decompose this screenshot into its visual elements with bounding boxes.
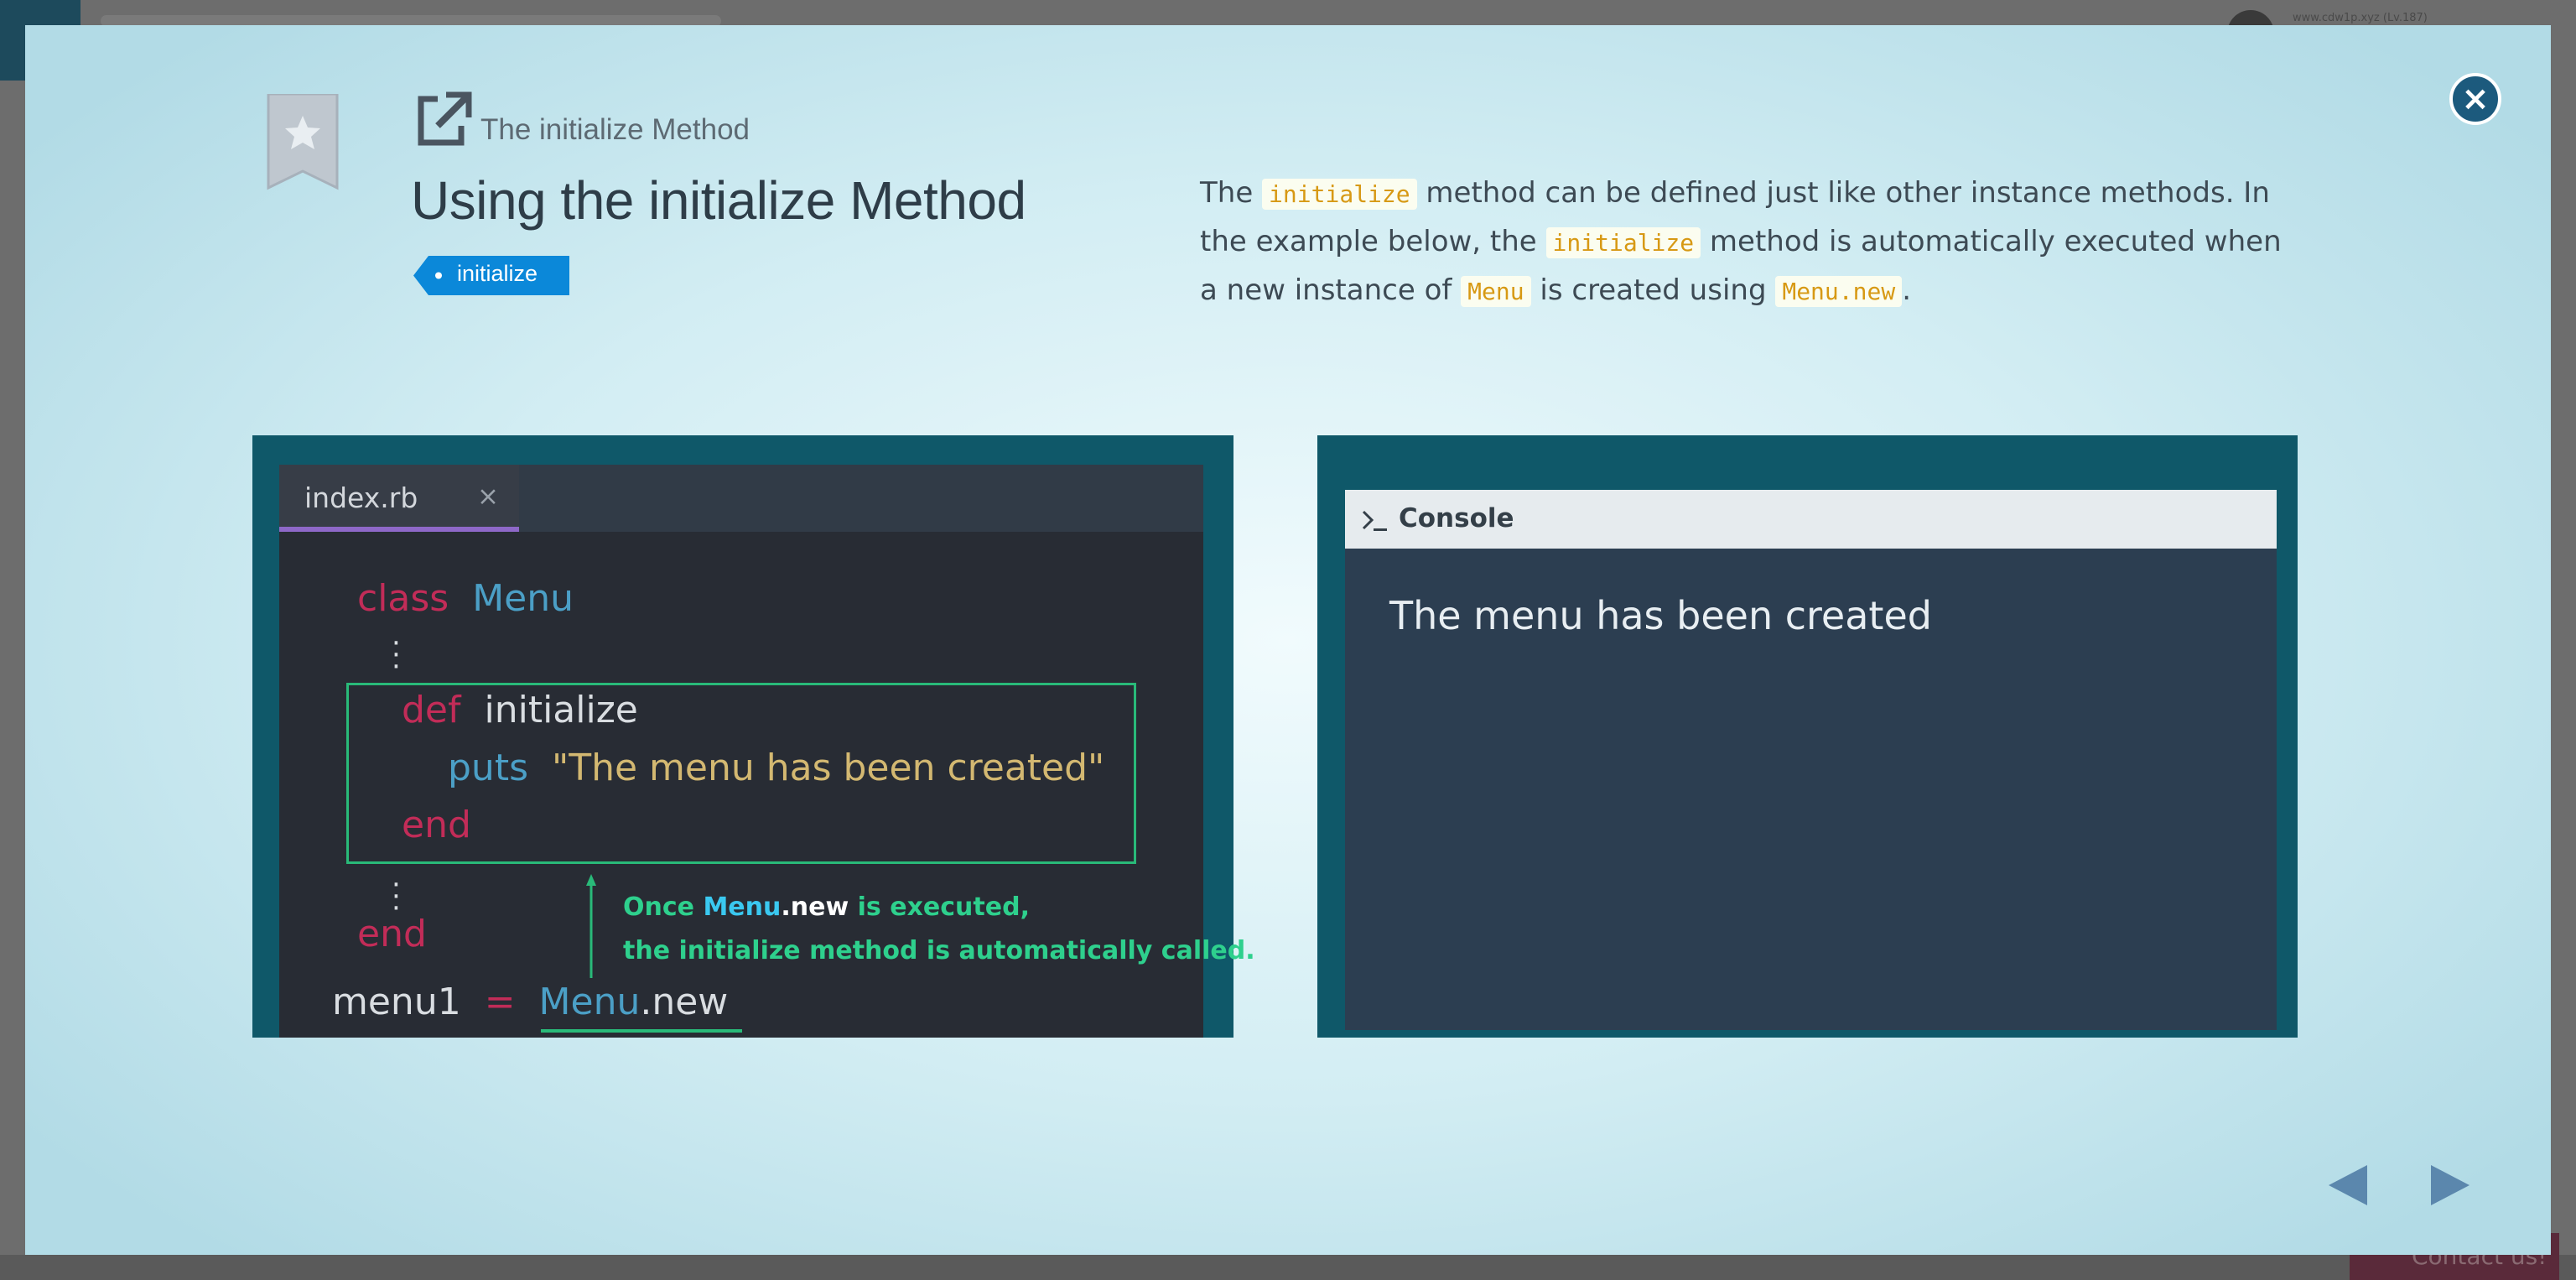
code-line-class: class Menu (357, 577, 574, 620)
terminal-prompt-icon (1362, 510, 1387, 531)
lesson-description: The initialize method can be defined jus… (1200, 169, 2282, 315)
method-name: initialize (484, 689, 638, 731)
string-literal: "The menu has been created" (551, 747, 1105, 789)
bottom-bar (0, 1255, 2576, 1280)
annotation-line-1: Once Menu.new is executed, (623, 892, 1030, 922)
keyword-end: end (402, 804, 471, 846)
keyword-class: class (357, 577, 449, 620)
assign-operator: = (484, 981, 516, 1023)
method-call: .new (640, 981, 729, 1023)
tag-label: initialize (457, 261, 538, 286)
keyword-puts: puts (448, 747, 528, 789)
page-title: Using the initialize Method (411, 170, 1026, 231)
code-line-assign: menu1 = Menu.new (332, 981, 728, 1023)
arrow-up-icon (586, 874, 596, 978)
keyword-end: end (357, 913, 427, 955)
prev-slide-icon[interactable] (2329, 1165, 2367, 1205)
variable-name: menu1 (332, 981, 461, 1023)
desc-text-1: The (1200, 176, 1263, 210)
tab-index-rb[interactable]: index.rb × (279, 465, 519, 532)
console-title: Console (1399, 503, 1514, 533)
lesson-eyebrow: The initialize Method (480, 113, 750, 146)
tab-label: index.rb (304, 481, 418, 514)
code-line-end-outer: end (357, 913, 427, 955)
code-underline (541, 1029, 742, 1033)
desc-text-5: . (1902, 273, 1912, 307)
inline-code-menu: Menu (1461, 276, 1531, 307)
next-slide-icon[interactable] (2431, 1165, 2470, 1205)
inline-code-menu-new: Menu.new (1775, 276, 1903, 307)
annotation-line-2: the initialize method is automatically c… (623, 936, 1255, 965)
external-link-icon[interactable] (413, 91, 473, 151)
code-editor: index.rb × class Menu · · · def initialize… (279, 465, 1255, 1038)
code-line-def: def initialize (402, 689, 638, 731)
keyword-def: def (402, 689, 461, 731)
class-name: Menu (472, 577, 574, 620)
bookmark-star-icon[interactable] (267, 94, 339, 191)
ellipsis-vertical-icon: · · · (392, 868, 401, 925)
console-output-text: The menu has been created (1389, 593, 1932, 638)
console-output-area: The menu has been created (1345, 549, 2277, 1030)
console-header: Console (1345, 490, 2277, 549)
code-line-puts: puts "The menu has been created" (448, 747, 1104, 789)
close-icon[interactable]: × (2449, 73, 2501, 125)
inline-code-initialize: initialize (1545, 227, 1701, 258)
user-label: www.cdw1p.xyz (Lv.187) (2293, 12, 2428, 24)
tab-close-icon[interactable]: × (477, 481, 499, 512)
inline-code-initialize: initialize (1262, 179, 1417, 210)
desc-text-4: is created using (1530, 273, 1776, 307)
editor-tab-bar: index.rb × (279, 465, 1203, 532)
ellipsis-vertical-icon: · · · (392, 627, 401, 684)
code-line-end-inner: end (402, 804, 471, 846)
constant-menu: Menu (538, 981, 641, 1023)
